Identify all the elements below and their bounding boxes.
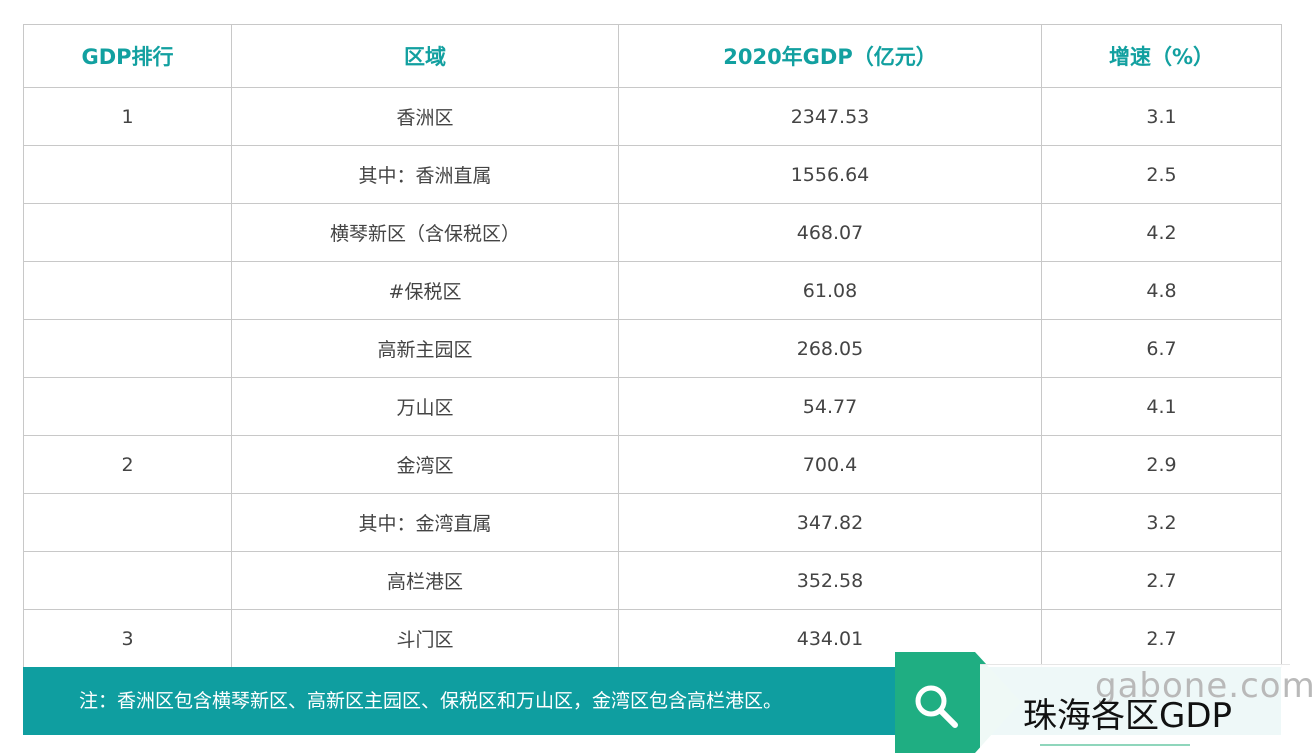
cell-rank bbox=[23, 551, 232, 610]
table-row: 高新主园区 268.05 6.7 bbox=[23, 319, 1282, 378]
table-row: 高栏港区 352.58 2.7 bbox=[23, 551, 1282, 610]
header-growth: 增速（%） bbox=[1041, 24, 1282, 88]
table-row: #保税区 61.08 4.8 bbox=[23, 261, 1282, 320]
table-header-row: GDP排行 区域 2020年GDP（亿元） 增速（%） bbox=[23, 24, 1282, 88]
cell-region: #保税区 bbox=[231, 261, 619, 320]
table-row: 1 香洲区 2347.53 3.1 bbox=[23, 87, 1282, 146]
cell-gdp: 700.4 bbox=[618, 435, 1042, 494]
table-row: 2 金湾区 700.4 2.9 bbox=[23, 435, 1282, 494]
search-icon bbox=[915, 685, 958, 728]
cell-gdp: 352.58 bbox=[618, 551, 1042, 610]
cell-region: 其中：金湾直属 bbox=[231, 493, 619, 552]
cell-growth: 6.7 bbox=[1041, 319, 1282, 378]
cell-region: 斗门区 bbox=[231, 609, 619, 668]
cell-rank bbox=[23, 493, 232, 552]
header-region: 区域 bbox=[231, 24, 619, 88]
search-underline bbox=[1040, 744, 1190, 746]
search-query-text[interactable]: 珠海各区GDP bbox=[1023, 688, 1232, 737]
cell-region: 高栏港区 bbox=[231, 551, 619, 610]
cell-rank: 3 bbox=[23, 609, 232, 668]
cell-rank bbox=[23, 261, 232, 320]
cell-gdp: 347.82 bbox=[618, 493, 1042, 552]
cell-gdp: 1556.64 bbox=[618, 145, 1042, 204]
cell-region: 其中：香洲直属 bbox=[231, 145, 619, 204]
cell-growth: 3.2 bbox=[1041, 493, 1282, 552]
cell-gdp: 468.07 bbox=[618, 203, 1042, 262]
cell-growth: 4.2 bbox=[1041, 203, 1282, 262]
cell-rank: 1 bbox=[23, 87, 232, 146]
cell-growth: 4.1 bbox=[1041, 377, 1282, 436]
cell-gdp: 54.77 bbox=[618, 377, 1042, 436]
header-rank: GDP排行 bbox=[23, 24, 232, 88]
search-button[interactable] bbox=[895, 652, 975, 753]
cell-rank bbox=[23, 377, 232, 436]
cell-growth: 3.1 bbox=[1041, 87, 1282, 146]
search-widget[interactable]: gabone.com 珠海各区GDP bbox=[895, 652, 1314, 754]
gdp-table-container: GDP排行 区域 2020年GDP（亿元） 增速（%） 1 香洲区 2347.5… bbox=[23, 24, 1282, 668]
table-row: 横琴新区（含保税区） 468.07 4.2 bbox=[23, 203, 1282, 262]
table-row: 其中：金湾直属 347.82 3.2 bbox=[23, 493, 1282, 552]
cell-growth: 2.5 bbox=[1041, 145, 1282, 204]
header-gdp: 2020年GDP（亿元） bbox=[618, 24, 1042, 88]
cell-gdp: 61.08 bbox=[618, 261, 1042, 320]
cell-gdp: 268.05 bbox=[618, 319, 1042, 378]
cell-rank bbox=[23, 319, 232, 378]
cell-region: 金湾区 bbox=[231, 435, 619, 494]
cell-rank bbox=[23, 203, 232, 262]
table-row: 其中：香洲直属 1556.64 2.5 bbox=[23, 145, 1282, 204]
cell-region: 横琴新区（含保税区） bbox=[231, 203, 619, 262]
cell-rank: 2 bbox=[23, 435, 232, 494]
cell-gdp: 2347.53 bbox=[618, 87, 1042, 146]
cell-rank bbox=[23, 145, 232, 204]
gdp-table: GDP排行 区域 2020年GDP（亿元） 增速（%） 1 香洲区 2347.5… bbox=[23, 24, 1282, 668]
cell-growth: 4.8 bbox=[1041, 261, 1282, 320]
cell-region: 香洲区 bbox=[231, 87, 619, 146]
cell-growth: 2.7 bbox=[1041, 551, 1282, 610]
table-row: 万山区 54.77 4.1 bbox=[23, 377, 1282, 436]
cell-region: 万山区 bbox=[231, 377, 619, 436]
cell-region: 高新主园区 bbox=[231, 319, 619, 378]
cell-growth: 2.9 bbox=[1041, 435, 1282, 494]
